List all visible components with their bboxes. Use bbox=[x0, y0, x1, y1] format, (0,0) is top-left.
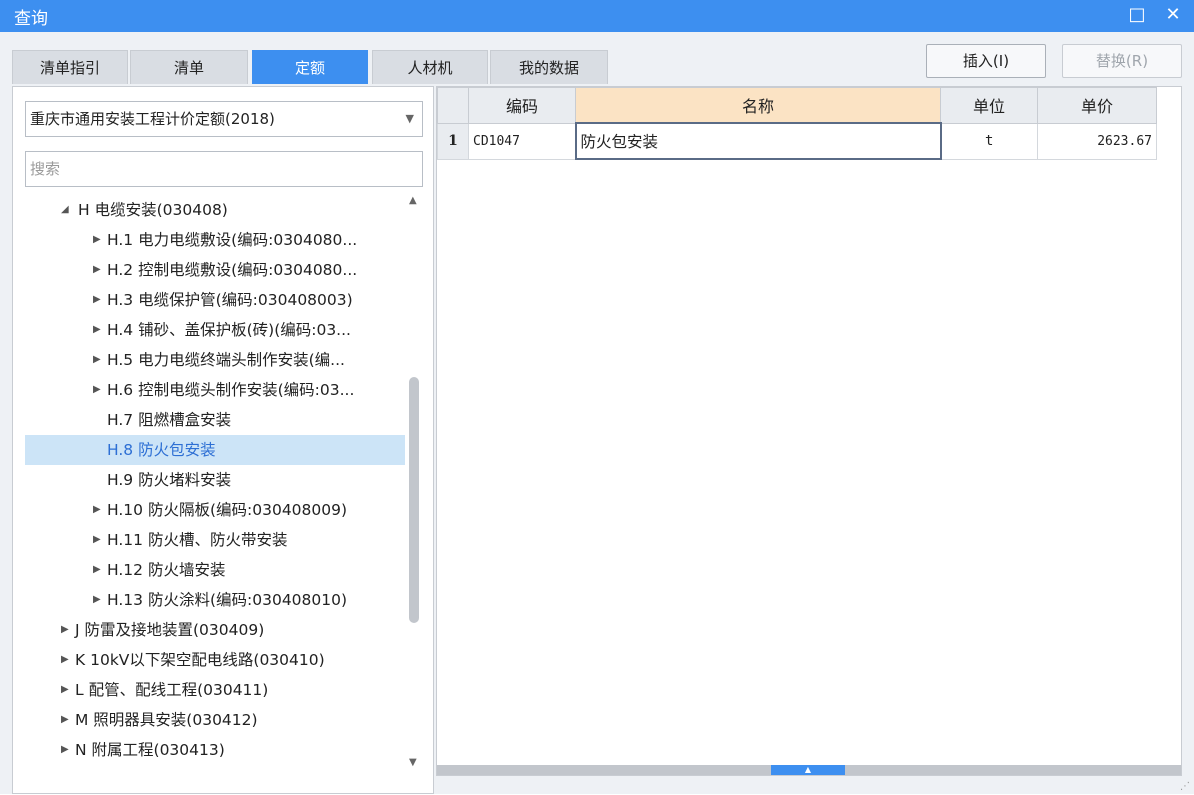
tree-node[interactable]: H.7 阻燃槽盒安装 bbox=[25, 405, 405, 435]
quota-tree: ◢ H 电缆安装(030408) ▶ H.1 电力电缆敷设(编码:0304080… bbox=[25, 195, 405, 795]
table-header-row: 编码 名称 单位 单价 bbox=[437, 87, 1157, 124]
row-number: 1 bbox=[437, 122, 469, 160]
quota-table-panel: 编码 名称 单位 单价 1 CD1047 防火包安装 t 2623.67 ▲ bbox=[436, 86, 1182, 776]
cell-unit[interactable]: t bbox=[940, 122, 1038, 160]
replace-button[interactable]: 替换(R) bbox=[1062, 44, 1182, 78]
scrollbar-thumb[interactable] bbox=[409, 377, 419, 623]
table-row[interactable]: 1 CD1047 防火包安装 t 2623.67 bbox=[437, 122, 1157, 160]
tree-node[interactable]: ▶ H.12 防火墙安装 bbox=[25, 555, 405, 585]
tree-node[interactable]: H.9 防火堵料安装 bbox=[25, 465, 405, 495]
tree-node[interactable]: ▶ H.6 控制电缆头制作安装(编码:03... bbox=[25, 375, 405, 405]
tab-labor-material-machine[interactable]: 人材机 bbox=[372, 50, 488, 84]
collapsed-triangle-icon[interactable]: ▶ bbox=[93, 315, 101, 345]
collapsed-triangle-icon[interactable]: ▶ bbox=[93, 495, 101, 525]
collapsed-triangle-icon[interactable]: ▶ bbox=[61, 735, 69, 765]
tab-bill-guide[interactable]: 清单指引 bbox=[12, 50, 128, 84]
quota-table: 编码 名称 单位 单价 1 CD1047 防火包安装 t 2623.67 bbox=[437, 87, 1157, 160]
tree-node[interactable]: ▶ H.4 铺砂、盖保护板(砖)(编码:03... bbox=[25, 315, 405, 345]
insert-button[interactable]: 插入(I) bbox=[926, 44, 1046, 78]
tree-node[interactable]: ▶ H.10 防火隔板(编码:030408009) bbox=[25, 495, 405, 525]
cell-price[interactable]: 2623.67 bbox=[1037, 122, 1157, 160]
collapsed-triangle-icon[interactable]: ▶ bbox=[61, 675, 69, 705]
collapsed-triangle-icon[interactable]: ▶ bbox=[93, 225, 101, 255]
tree-node[interactable]: ▶ H.1 电力电缆敷设(编码:0304080... bbox=[25, 225, 405, 255]
tree-scrollbar[interactable]: ▲ ▼ bbox=[407, 195, 421, 795]
cell-name[interactable]: 防火包安装 bbox=[574, 122, 942, 160]
collapsed-triangle-icon[interactable]: ▶ bbox=[93, 585, 101, 615]
collapsed-triangle-icon[interactable]: ▶ bbox=[93, 285, 101, 315]
tree-node-selected[interactable]: H.8 防火包安装 bbox=[25, 435, 405, 465]
window-title: 查询 bbox=[14, 9, 48, 29]
collapsed-triangle-icon[interactable]: ▶ bbox=[61, 645, 69, 675]
tree-node[interactable]: ▶ M 照明器具安装(030412) bbox=[25, 705, 405, 735]
tree-node[interactable]: ▶ H.2 控制电缆敷设(编码:0304080... bbox=[25, 255, 405, 285]
library-select-value: 重庆市通用安装工程计价定额(2018) bbox=[30, 110, 275, 128]
search-input[interactable]: 搜索 bbox=[25, 151, 423, 187]
resize-grip-icon[interactable]: ⋰ bbox=[1180, 781, 1190, 792]
quota-tree-panel: 重庆市通用安装工程计价定额(2018) ▼ 搜索 ◢ H 电缆安装(030408… bbox=[12, 86, 434, 794]
library-select[interactable]: 重庆市通用安装工程计价定额(2018) ▼ bbox=[25, 101, 423, 137]
collapsed-triangle-icon[interactable]: ▶ bbox=[93, 375, 101, 405]
tree-node[interactable]: ▶ L 配管、配线工程(030411) bbox=[25, 675, 405, 705]
title-bar: 查询 □ ✕ bbox=[0, 0, 1194, 32]
tab-bill[interactable]: 清单 bbox=[130, 50, 248, 84]
dialog-body: 清单指引 清单 定额 人材机 我的数据 插入(I) 替换(R) 重庆市通用安装工… bbox=[0, 32, 1194, 794]
collapsed-triangle-icon[interactable]: ▶ bbox=[61, 705, 69, 735]
row-number-header bbox=[437, 87, 469, 124]
column-header-code[interactable]: 编码 bbox=[468, 87, 576, 124]
tab-quota[interactable]: 定额 bbox=[252, 50, 368, 84]
maximize-icon[interactable]: □ bbox=[1124, 3, 1150, 27]
expanded-triangle-icon[interactable]: ◢ bbox=[61, 195, 69, 225]
tree-node[interactable]: ▶ K 10kV以下架空配电线路(030410) bbox=[25, 645, 405, 675]
collapsed-triangle-icon[interactable]: ▶ bbox=[93, 255, 101, 285]
cell-code[interactable]: CD1047 bbox=[468, 122, 576, 160]
tree-node[interactable]: ▶ N 附属工程(030413) bbox=[25, 735, 405, 765]
tree-node[interactable]: ▶ H.5 电力电缆终端头制作安装(编... bbox=[25, 345, 405, 375]
collapsed-triangle-icon[interactable]: ▶ bbox=[93, 345, 101, 375]
collapsed-triangle-icon[interactable]: ▶ bbox=[61, 615, 69, 645]
scroll-down-icon[interactable]: ▼ bbox=[409, 757, 417, 768]
tree-node[interactable]: ◢ H 电缆安装(030408) bbox=[25, 195, 405, 225]
tree-node[interactable]: ▶ J 防雷及接地装置(030409) bbox=[25, 615, 405, 645]
splitter-grip-icon[interactable]: ▲ bbox=[771, 765, 845, 775]
column-header-price[interactable]: 单价 bbox=[1037, 87, 1157, 124]
chevron-down-icon[interactable]: ▼ bbox=[406, 102, 414, 136]
tree-node[interactable]: ▶ H.11 防火槽、防火带安装 bbox=[25, 525, 405, 555]
close-icon[interactable]: ✕ bbox=[1160, 3, 1186, 27]
horizontal-scrollbar[interactable]: ▲ bbox=[437, 765, 1181, 775]
tree-node[interactable]: ▶ H.13 防火涂料(编码:030408010) bbox=[25, 585, 405, 615]
column-header-name[interactable]: 名称 bbox=[575, 87, 941, 124]
column-header-unit[interactable]: 单位 bbox=[940, 87, 1038, 124]
tree-node[interactable]: ▶ H.3 电缆保护管(编码:030408003) bbox=[25, 285, 405, 315]
scroll-up-icon[interactable]: ▲ bbox=[409, 195, 417, 206]
collapsed-triangle-icon[interactable]: ▶ bbox=[93, 525, 101, 555]
tab-my-data[interactable]: 我的数据 bbox=[490, 50, 608, 84]
collapsed-triangle-icon[interactable]: ▶ bbox=[93, 555, 101, 585]
